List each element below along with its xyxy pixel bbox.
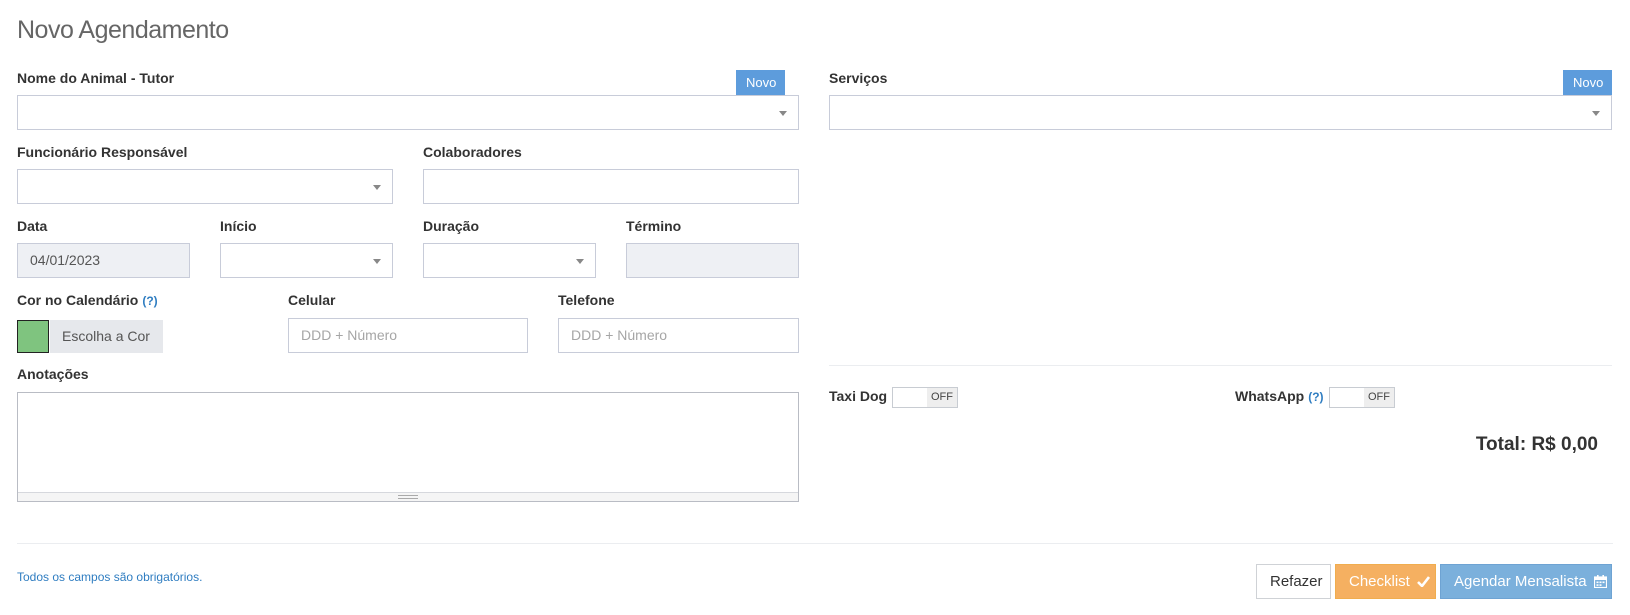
whatsapp-help-link[interactable]: (?) (1308, 390, 1323, 404)
anotacoes-label: Anotações (17, 366, 89, 382)
color-swatch[interactable] (17, 320, 49, 353)
inicio-label: Início (220, 218, 257, 234)
duracao-select[interactable] (423, 243, 596, 278)
resize-handle[interactable] (18, 492, 798, 501)
celular-label: Celular (288, 292, 336, 308)
servicos-label: Serviços (829, 70, 888, 86)
anotacoes-textarea[interactable] (17, 392, 799, 502)
funcionario-label: Funcionário Responsável (17, 144, 188, 160)
taxi-dog-toggle[interactable]: OFF (892, 387, 958, 408)
grip-icon (398, 495, 418, 499)
whatsapp-label-text: WhatsApp (1235, 388, 1305, 404)
new-servico-button[interactable]: Novo (1563, 70, 1612, 95)
cor-label-text: Cor no Calendário (17, 292, 139, 308)
agendar-mensalista-label: Agendar Mensalista (1454, 573, 1587, 590)
page-title: Novo Agendamento (17, 16, 229, 44)
agendar-mensalista-button[interactable]: Agendar Mensalista (1440, 564, 1612, 599)
duracao-label: Duração (423, 218, 480, 234)
choose-color-button[interactable]: Escolha a Cor (50, 320, 163, 353)
chevron-down-icon (779, 111, 787, 116)
toggle-state: OFF (1364, 388, 1394, 407)
required-fields-note: Todos os campos são obrigatórios. (17, 570, 203, 584)
funcionario-select[interactable] (17, 169, 393, 204)
total-amount: Total: R$ 0,00 (1475, 434, 1598, 455)
animal-label: Nome do Animal - Tutor (17, 70, 175, 86)
whatsapp-label: WhatsApp (?) (1235, 388, 1324, 404)
inicio-select[interactable] (220, 243, 393, 278)
refazer-button[interactable]: Refazer (1256, 564, 1331, 599)
chevron-down-icon (373, 185, 381, 190)
toggle-knob (893, 388, 928, 407)
cor-help-link[interactable]: (?) (142, 294, 157, 308)
servicos-select[interactable] (829, 95, 1612, 130)
check-icon (1417, 576, 1431, 588)
chevron-down-icon (373, 259, 381, 264)
telefone-input[interactable]: DDD + Número (558, 318, 799, 353)
colaboradores-input[interactable] (423, 169, 799, 204)
cor-label: Cor no Calendário (?) (17, 292, 158, 308)
toggle-state: OFF (927, 388, 957, 407)
chevron-down-icon (1592, 111, 1600, 116)
divider (829, 365, 1612, 366)
whatsapp-toggle[interactable]: OFF (1329, 387, 1395, 408)
chevron-down-icon (576, 259, 584, 264)
toggle-knob (1330, 388, 1365, 407)
taxi-dog-label: Taxi Dog (829, 388, 888, 404)
checklist-button-label: Checklist (1349, 573, 1410, 590)
termino-field (626, 243, 799, 278)
animal-select[interactable] (17, 95, 799, 130)
telefone-label: Telefone (558, 292, 615, 308)
checklist-button[interactable]: Checklist (1335, 564, 1436, 599)
calendar-icon (1593, 575, 1607, 589)
new-animal-button[interactable]: Novo (736, 70, 785, 95)
termino-label: Término (626, 218, 682, 234)
data-label: Data (17, 218, 48, 234)
footer-divider (17, 543, 1613, 544)
colaboradores-label: Colaboradores (423, 144, 522, 160)
celular-input[interactable]: DDD + Número (288, 318, 528, 353)
data-field[interactable]: 04/01/2023 (17, 243, 190, 278)
